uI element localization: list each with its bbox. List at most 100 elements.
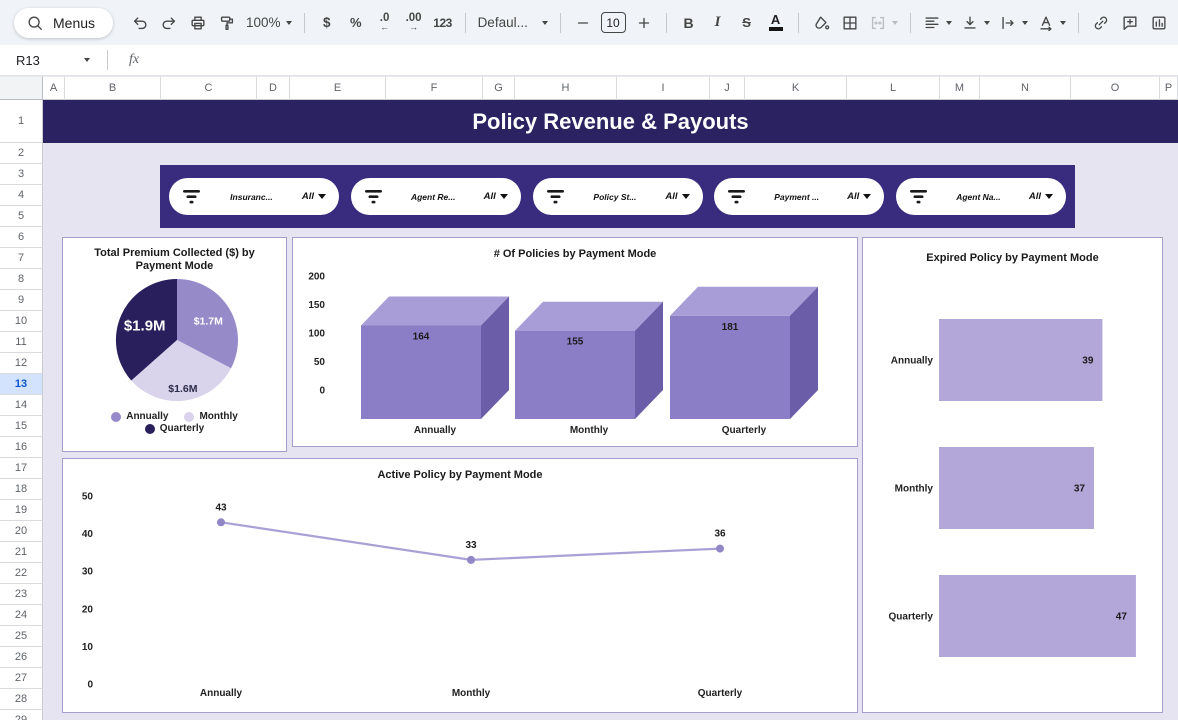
- column-header-E[interactable]: E: [290, 76, 386, 100]
- slicer-payment-mode[interactable]: Payment ... All: [714, 178, 884, 215]
- legend-item-monthly: Monthly: [184, 411, 237, 422]
- row-header-13[interactable]: 13: [0, 374, 42, 395]
- bar-chart-card[interactable]: # Of Policies by Payment Mode 0501001502…: [292, 237, 858, 447]
- row-header-29[interactable]: 29: [0, 710, 42, 720]
- font-size-input[interactable]: 10: [601, 12, 626, 33]
- legend-item-quarterly: Quarterly: [145, 423, 204, 434]
- slicer-label: Policy St...: [569, 192, 662, 202]
- text-rotation-button[interactable]: [1033, 9, 1070, 37]
- legend-label: Monthly: [199, 411, 237, 422]
- row-header-7[interactable]: 7: [0, 248, 42, 269]
- zoom-select[interactable]: 100%: [242, 9, 296, 37]
- format-currency-button[interactable]: $: [313, 9, 341, 37]
- row-header-27[interactable]: 27: [0, 668, 42, 689]
- row-header-4[interactable]: 4: [0, 185, 42, 206]
- column-header-M[interactable]: M: [940, 76, 980, 100]
- row-header-1[interactable]: 1: [0, 100, 42, 143]
- redo-button[interactable]: [155, 9, 183, 37]
- column-header-D[interactable]: D: [257, 76, 290, 100]
- increase-font-size-button[interactable]: [630, 9, 658, 37]
- decrease-font-size-button[interactable]: [569, 9, 597, 37]
- row-header-19[interactable]: 19: [0, 500, 42, 521]
- row-header-26[interactable]: 26: [0, 647, 42, 668]
- row-header-24[interactable]: 24: [0, 605, 42, 626]
- column-header-O[interactable]: O: [1071, 76, 1160, 100]
- paint-format-button[interactable]: [213, 9, 241, 37]
- undo-icon: [131, 14, 149, 32]
- row-header-11[interactable]: 11: [0, 332, 42, 353]
- bold-button[interactable]: B: [675, 9, 703, 37]
- slicer-agent-region[interactable]: Agent Re... All: [351, 178, 521, 215]
- increase-decimal-button[interactable]: .00→: [400, 9, 428, 37]
- insert-comment-button[interactable]: [1116, 9, 1144, 37]
- sheet-canvas[interactable]: Policy Revenue & Payouts Insuranc... All…: [43, 100, 1178, 720]
- row-header-17[interactable]: 17: [0, 458, 42, 479]
- row-header-3[interactable]: 3: [0, 164, 42, 185]
- row-header-21[interactable]: 21: [0, 542, 42, 563]
- vertical-align-button[interactable]: [957, 9, 994, 37]
- text-wrap-button[interactable]: [995, 9, 1032, 37]
- bar-value-label: 155: [567, 337, 584, 348]
- row-header-20[interactable]: 20: [0, 521, 42, 542]
- column-header-J[interactable]: J: [710, 76, 745, 100]
- row-header-15[interactable]: 15: [0, 416, 42, 437]
- chevron-down-icon: [863, 194, 871, 199]
- legend-swatch: [111, 412, 121, 422]
- undo-button[interactable]: [126, 9, 154, 37]
- row-header-25[interactable]: 25: [0, 626, 42, 647]
- menus-button[interactable]: Menus: [14, 8, 113, 38]
- row-header-2[interactable]: 2: [0, 143, 42, 164]
- pie-chart-card[interactable]: Total Premium Collected ($) by Payment M…: [62, 237, 287, 452]
- align-left-icon: [923, 14, 941, 32]
- chevron-down-icon: [946, 21, 952, 25]
- decrease-decimal-button[interactable]: .0←: [371, 9, 399, 37]
- insert-chart-button[interactable]: [1145, 9, 1173, 37]
- column-header-F[interactable]: F: [386, 76, 483, 100]
- column-header-H[interactable]: H: [515, 76, 617, 100]
- column-header-P[interactable]: P: [1160, 76, 1178, 100]
- font-name: Defaul...: [478, 15, 528, 30]
- font-select[interactable]: Defaul...: [474, 9, 552, 37]
- row-header-9[interactable]: 9: [0, 290, 42, 311]
- slicer-policy-status[interactable]: Policy St... All: [533, 178, 703, 215]
- row-header-10[interactable]: 10: [0, 311, 42, 332]
- row-header-8[interactable]: 8: [0, 269, 42, 290]
- column-header-A[interactable]: A: [43, 76, 65, 100]
- line-chart-card[interactable]: Active Policy by Payment Mode 0102030405…: [62, 458, 858, 713]
- fill-color-button[interactable]: [807, 9, 835, 37]
- horizontal-align-button[interactable]: [919, 9, 956, 37]
- legend-label: Annually: [126, 411, 168, 422]
- print-button[interactable]: [184, 9, 212, 37]
- row-header-22[interactable]: 22: [0, 563, 42, 584]
- row-header-16[interactable]: 16: [0, 437, 42, 458]
- name-box[interactable]: R13: [0, 53, 100, 68]
- italic-button[interactable]: I: [704, 9, 732, 37]
- 123-icon: 123: [433, 16, 452, 30]
- more-formats-button[interactable]: 123: [429, 9, 457, 37]
- column-header-B[interactable]: B: [65, 76, 161, 100]
- insert-link-button[interactable]: [1087, 9, 1115, 37]
- row-header-23[interactable]: 23: [0, 584, 42, 605]
- column-header-I[interactable]: I: [617, 76, 710, 100]
- slicer-insurance[interactable]: Insuranc... All: [169, 178, 339, 215]
- row-header-14[interactable]: 14: [0, 395, 42, 416]
- row-header-5[interactable]: 5: [0, 206, 42, 227]
- chevron-down-icon: [1045, 194, 1053, 199]
- column-header-C[interactable]: C: [161, 76, 257, 100]
- point-value-label: 33: [465, 540, 477, 551]
- strikethrough-button[interactable]: S: [733, 9, 761, 37]
- row-header-6[interactable]: 6: [0, 227, 42, 248]
- slicer-agent-name[interactable]: Agent Na... All: [896, 178, 1066, 215]
- row-header-18[interactable]: 18: [0, 479, 42, 500]
- column-header-G[interactable]: G: [483, 76, 515, 100]
- row-header-12[interactable]: 12: [0, 353, 42, 374]
- format-percent-button[interactable]: %: [342, 9, 370, 37]
- borders-button[interactable]: [836, 9, 864, 37]
- row-header-28[interactable]: 28: [0, 689, 42, 710]
- text-color-button[interactable]: A: [762, 9, 790, 37]
- expired-chart-card[interactable]: Expired Policy by Payment Mode Annually3…: [862, 237, 1163, 713]
- select-all-corner[interactable]: [0, 76, 43, 100]
- column-header-L[interactable]: L: [847, 76, 940, 100]
- column-header-K[interactable]: K: [745, 76, 847, 100]
- column-header-N[interactable]: N: [980, 76, 1071, 100]
